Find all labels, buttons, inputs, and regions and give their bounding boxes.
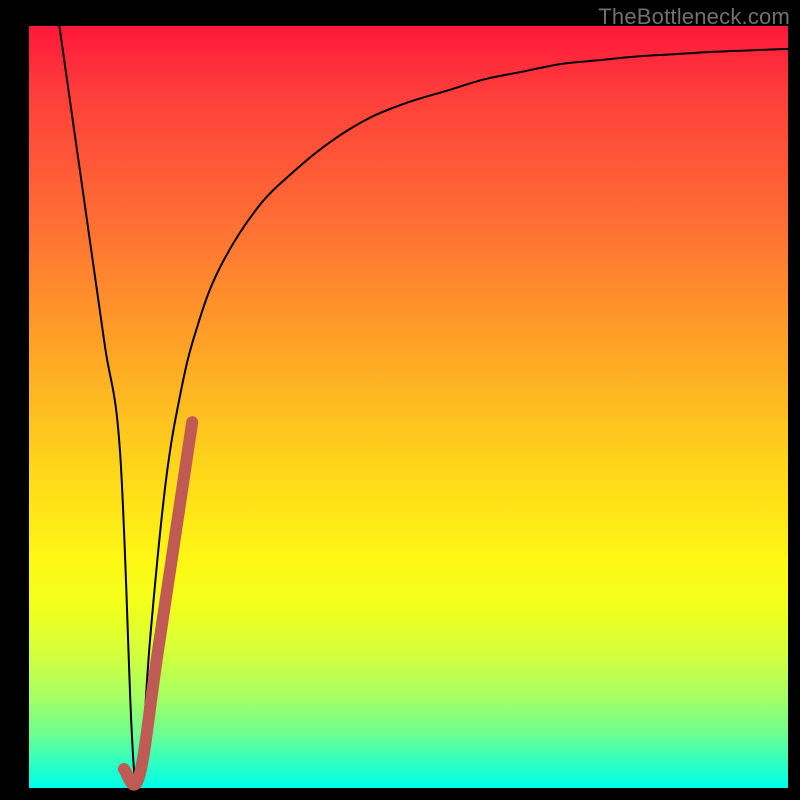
chart-svg bbox=[29, 26, 788, 788]
curve-group bbox=[59, 26, 788, 785]
bottleneck-curve bbox=[59, 26, 788, 781]
chart-frame: TheBottleneck.com bbox=[0, 0, 800, 800]
highlight-segment bbox=[124, 422, 192, 784]
watermark-text: TheBottleneck.com bbox=[598, 4, 790, 30]
